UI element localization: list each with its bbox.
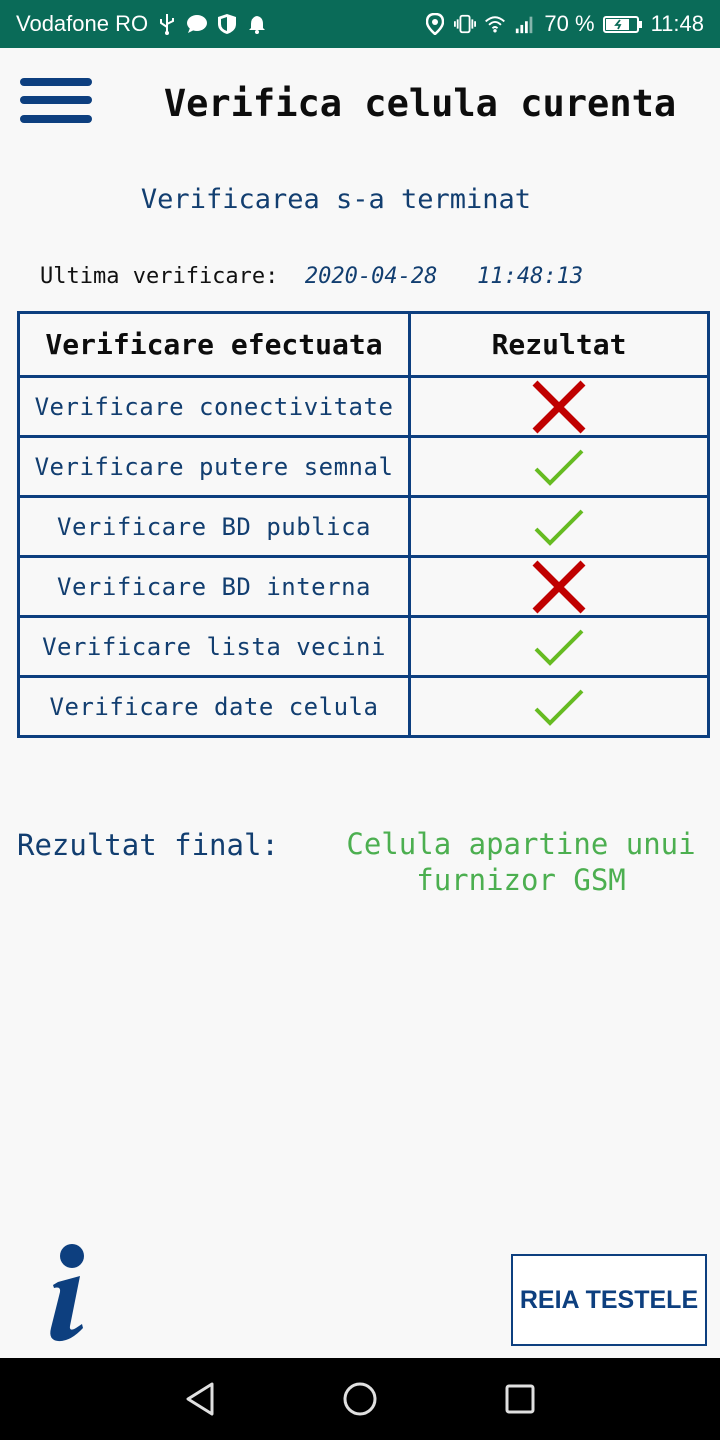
status-bar-left: Vodafone RO [16,0,268,48]
menu-icon[interactable] [20,78,92,130]
battery-icon [602,13,643,35]
status-bar-right: 70 % 11:48 [424,0,704,48]
info-icon[interactable] [36,1240,106,1346]
table-row: Verificare conectivitate [17,375,710,438]
back-icon[interactable] [160,1358,240,1440]
navigation-bar [0,1358,720,1440]
table-row: Verificare lista vecini [17,615,710,678]
check-icon [408,495,710,558]
bell-icon [246,13,268,35]
row-label: Verificare date celula [17,675,411,738]
row-label: Verificare lista vecini [17,615,411,678]
usb-icon [156,13,178,35]
check-icon [408,615,710,678]
fail-icon [408,555,710,618]
results-table: Verificare efectuata Rezultat Verificare… [17,311,710,738]
chat-icon [186,13,208,35]
location-icon [424,13,446,35]
table-row: Verificare date celula [17,675,710,738]
last-check-label: Ultima verificare: [40,264,279,289]
row-label: Verificare putere semnal [17,435,411,498]
table-row: Verificare putere semnal [17,435,710,498]
header-result: Rezultat [408,311,710,378]
header-check: Verificare efectuata [17,311,411,378]
home-icon[interactable] [320,1358,400,1440]
fail-icon [408,375,710,438]
last-check-date: 2020-04-28 [304,264,438,289]
retry-tests-button[interactable]: REIA TESTELE [511,1254,707,1346]
final-result-label: Rezultat final: [17,828,279,862]
clock: 11:48 [650,11,704,36]
row-label: Verificare conectivitate [17,375,411,438]
table-row: Verificare BD publica [17,495,710,558]
check-icon [408,675,710,738]
status-message: Verificarea s-a terminat [140,184,532,215]
battery-percent: 70 % [544,11,595,36]
carrier-name: Vodafone RO [16,11,149,36]
shield-icon [216,13,238,35]
recents-icon[interactable] [480,1358,560,1440]
signal-icon [514,13,536,35]
vibrate-icon [454,13,477,35]
table-row: Verificare BD interna [17,555,710,618]
final-result-value: Celula apartine unui furnizor GSM [346,827,696,897]
last-check: Ultima verificare: 2020-04-28 11:48:13 [40,260,583,294]
wifi-icon [484,13,506,35]
row-label: Verificare BD publica [17,495,411,558]
row-label: Verificare BD interna [17,555,411,618]
last-check-time: 11:48:13 [477,264,584,289]
status-bar: Vodafone RO 70 % 11:48 [0,0,720,48]
check-icon [408,435,710,498]
table-header-row: Verificare efectuata Rezultat [17,311,710,378]
page-title: Verifica celula curenta [163,82,677,125]
